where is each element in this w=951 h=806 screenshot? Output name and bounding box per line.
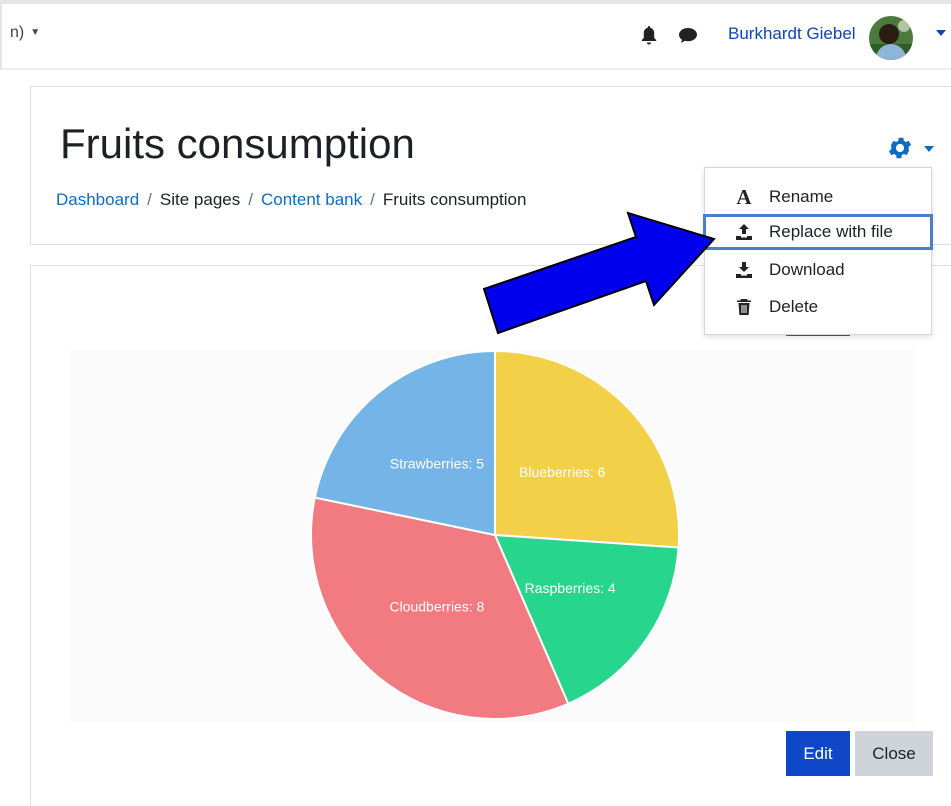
menu-item-label: Delete <box>769 297 819 316</box>
pie-slice-blueberries <box>494 349 680 549</box>
pie-label-raspberries: Raspberries: 4 <box>525 580 616 596</box>
menu-item-replace-with-file[interactable]: Replace with file <box>703 214 933 250</box>
menu-item-download[interactable]: Download <box>705 252 931 288</box>
rename-icon: A <box>736 184 752 209</box>
close-button[interactable]: Close <box>855 731 933 776</box>
upload-icon <box>735 223 753 241</box>
menu-item-label: Replace with file <box>769 222 893 241</box>
pie-label-strawberries: Strawberries: 5 <box>390 456 484 472</box>
actions-dropdown-menu: A Rename Replace with file Download Dele… <box>703 167 933 335</box>
trash-icon <box>735 298 753 316</box>
annotation-arrow <box>482 211 716 335</box>
edit-button[interactable]: Edit <box>786 731 850 776</box>
menu-item-rename[interactable]: A Rename <box>705 179 931 215</box>
pie-label-blueberries: Blueberries: 6 <box>519 464 606 480</box>
menu-item-delete[interactable]: Delete <box>705 289 931 325</box>
menu-item-label: Download <box>769 260 845 279</box>
menu-item-label: Rename <box>769 187 834 206</box>
pie-chart: Blueberries: 6 Raspberries: 4 Cloudberries… <box>310 349 680 720</box>
pie-label-cloudberries: Cloudberries: 8 <box>389 598 484 614</box>
download-icon <box>735 261 753 279</box>
